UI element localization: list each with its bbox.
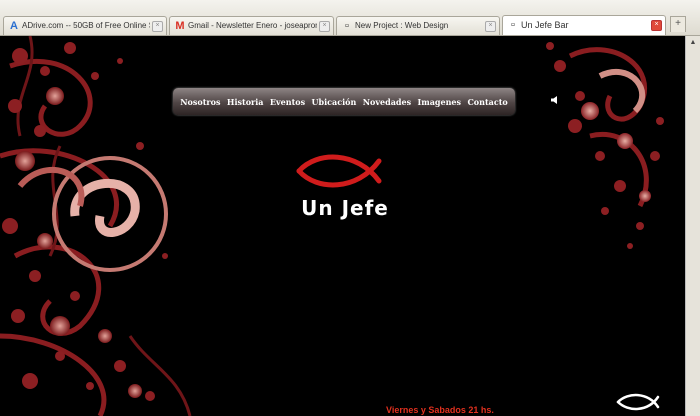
- close-icon[interactable]: ×: [152, 21, 163, 32]
- tab-un-jefe-bar[interactable]: ▫ Un Jefe Bar ×: [502, 15, 666, 35]
- scroll-up-icon[interactable]: ▲: [687, 37, 699, 49]
- nav-item-nosotros[interactable]: Nosotros: [180, 97, 220, 107]
- nav-item-historia[interactable]: Historia: [227, 97, 264, 107]
- fish-icon: [616, 393, 660, 411]
- new-tab-button[interactable]: +: [670, 16, 686, 32]
- nav-item-ubicacion[interactable]: Ubicación: [312, 97, 357, 107]
- browser-tab-strip: A ADrive.com -- 50GB of Free Online Sto.…: [0, 0, 700, 36]
- close-icon[interactable]: ×: [485, 21, 496, 32]
- tab-adrive[interactable]: A ADrive.com -- 50GB of Free Online Sto.…: [3, 16, 167, 35]
- swirl-decoration-left: [0, 36, 192, 416]
- page-icon: ▫: [345, 20, 349, 32]
- close-icon[interactable]: ×: [651, 20, 662, 31]
- tab-label: Un Jefe Bar: [521, 20, 569, 30]
- nav-item-imagenes[interactable]: Imagenes: [418, 97, 461, 107]
- nav-item-novedades[interactable]: Novedades: [363, 97, 411, 107]
- swirl-decoration-right: [546, 42, 664, 249]
- vertical-scrollbar[interactable]: ▲: [685, 36, 700, 416]
- nav-item-contacto[interactable]: Contacto: [467, 97, 507, 107]
- page-viewport: Nosotros Historia Eventos Ubicación Nove…: [0, 36, 685, 416]
- main-navigation: Nosotros Historia Eventos Ubicación Nove…: [173, 88, 515, 115]
- nav-item-eventos[interactable]: Eventos: [270, 97, 305, 107]
- opening-hours: Viernes y Sabados 21 hs.: [386, 405, 494, 415]
- page-icon: ▫: [511, 19, 515, 31]
- adrive-icon: A: [10, 20, 18, 32]
- close-icon[interactable]: ×: [319, 21, 330, 32]
- site-title: Un Jefe: [301, 196, 389, 220]
- tab-label: New Project : Web Design: [355, 21, 449, 30]
- gmail-icon: M: [175, 20, 185, 32]
- sound-icon[interactable]: [550, 95, 560, 105]
- tab-new-project[interactable]: ▫ New Project : Web Design ×: [336, 16, 500, 35]
- tab-gmail[interactable]: M Gmail - Newsletter Enero - joseaprona.…: [169, 16, 334, 35]
- tab-label: Gmail - Newsletter Enero - joseaprona...: [188, 21, 317, 30]
- tab-label: ADrive.com -- 50GB of Free Online Sto...: [22, 21, 150, 30]
- fish-logo-icon: [296, 154, 382, 188]
